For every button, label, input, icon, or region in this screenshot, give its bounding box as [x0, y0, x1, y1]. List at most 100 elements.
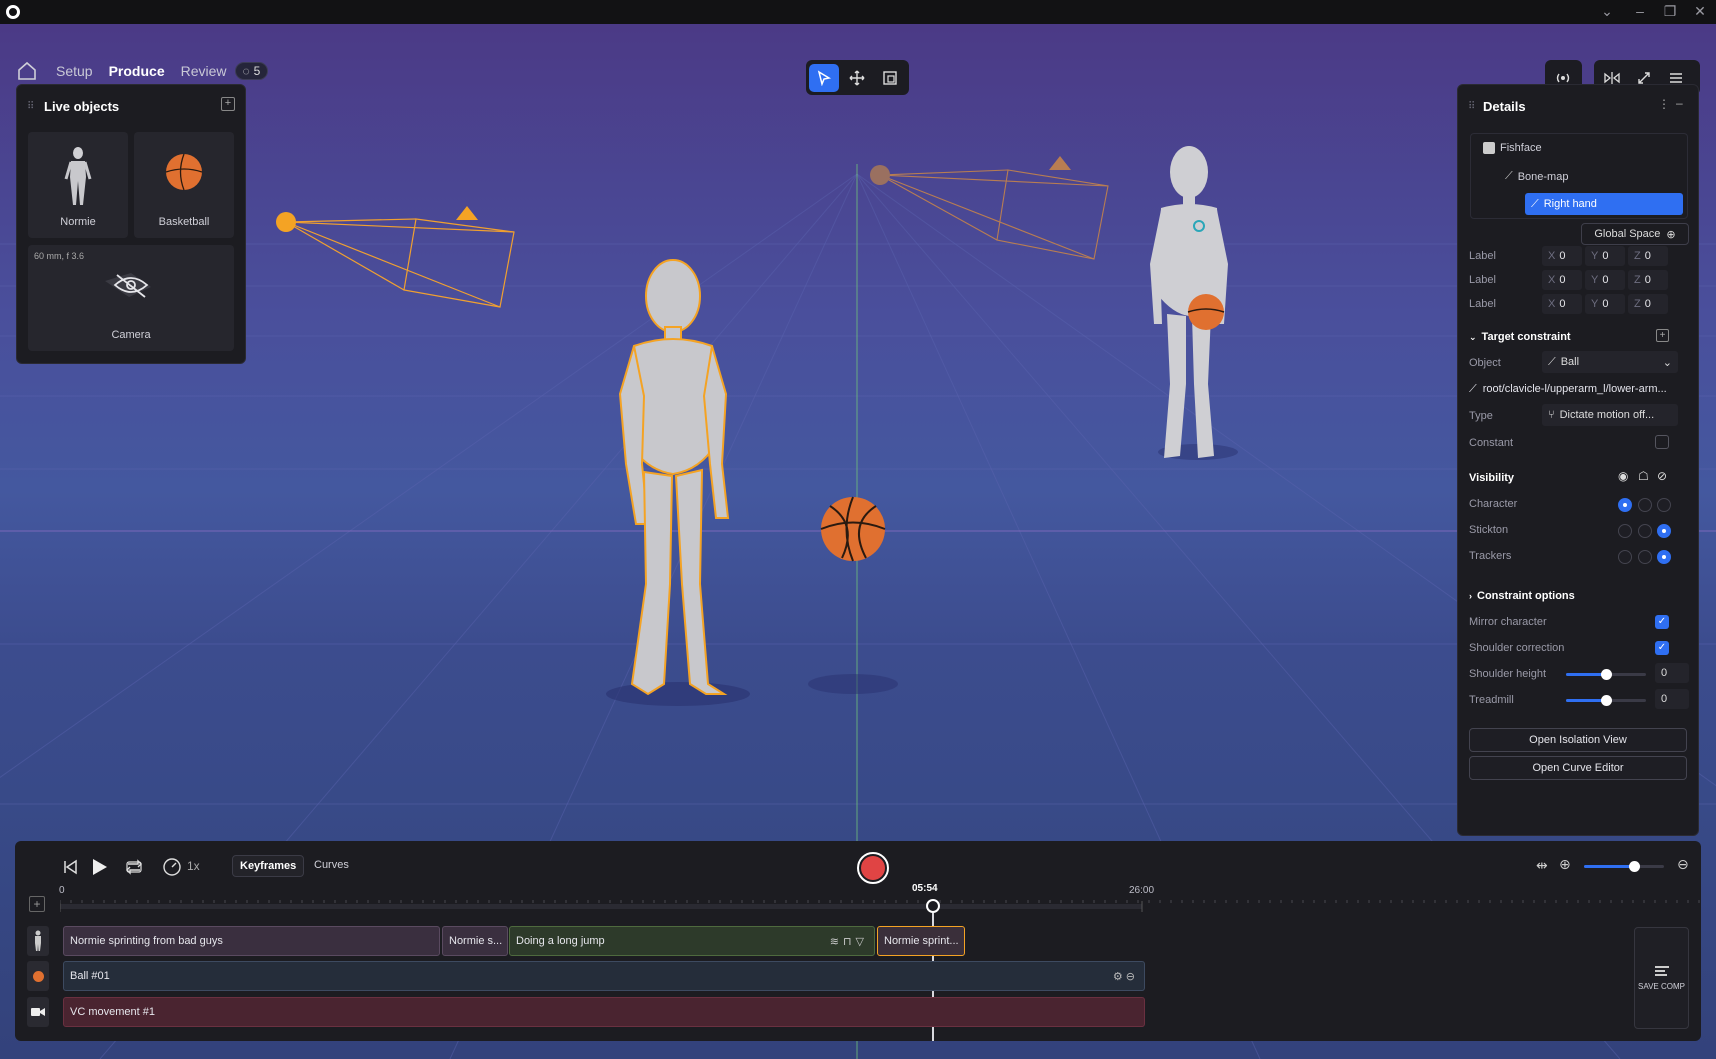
- visibility-radio[interactable]: [1618, 498, 1632, 512]
- add-object-icon[interactable]: +: [221, 97, 235, 111]
- playback-speed[interactable]: 1x: [187, 859, 200, 873]
- slider-knob[interactable]: [1629, 861, 1641, 872]
- z-value: 0: [1644, 298, 1651, 310]
- tree-item-bone-map[interactable]: ⟋ Bone-map: [1505, 170, 1568, 183]
- fit-width-icon[interactable]: ⇹: [1536, 857, 1548, 874]
- playhead-time-label: 05:54: [912, 883, 938, 894]
- y-value: 0: [1602, 274, 1609, 286]
- more-options-icon[interactable]: ⋮: [1658, 97, 1670, 111]
- shoulder-height-value[interactable]: 0: [1655, 663, 1689, 683]
- clip-tools-icons[interactable]: ≋⊓▽: [830, 935, 868, 948]
- visibility-radio[interactable]: [1618, 524, 1632, 538]
- open-isolation-view-button[interactable]: Open Isolation View: [1469, 728, 1687, 752]
- clip-ball[interactable]: Ball #01 ⚙⊖: [63, 961, 1145, 991]
- panel-title: Live objects: [44, 99, 120, 114]
- home-icon[interactable]: [16, 60, 38, 82]
- z-field[interactable]: Z0: [1628, 270, 1668, 290]
- visibility-radio[interactable]: [1618, 550, 1632, 564]
- visibility-row-label: Character: [1469, 498, 1518, 510]
- speed-gauge-icon[interactable]: [162, 857, 182, 877]
- target-constraint-header[interactable]: ⌄ Target constraint: [1469, 331, 1571, 343]
- save-comp-button[interactable]: SAVE COMP: [1634, 927, 1689, 1029]
- track-ball-icon[interactable]: [27, 961, 49, 991]
- clip-vc-movement[interactable]: VC movement #1: [63, 997, 1145, 1027]
- camera-frustum-left: [285, 218, 515, 308]
- z-field[interactable]: Z0: [1628, 294, 1668, 314]
- visibility-radio[interactable]: [1638, 550, 1652, 564]
- drag-handle-icon[interactable]: ⠿: [27, 101, 34, 112]
- move-tool-button[interactable]: [842, 64, 872, 92]
- scale-tool-button[interactable]: [875, 64, 905, 92]
- visibility-radio[interactable]: [1657, 524, 1671, 538]
- ghost-icon[interactable]: ☖: [1638, 469, 1649, 483]
- tab-setup[interactable]: Setup: [56, 63, 93, 79]
- restore-icon[interactable]: ❐: [1660, 3, 1680, 20]
- add-constraint-icon[interactable]: +: [1656, 329, 1669, 342]
- minimize-icon[interactable]: –: [1630, 3, 1650, 19]
- visibility-radio[interactable]: [1657, 498, 1671, 512]
- tab-keyframes[interactable]: Keyframes: [232, 855, 305, 877]
- constant-checkbox[interactable]: [1655, 435, 1669, 449]
- record-button[interactable]: [857, 852, 889, 884]
- skip-back-icon[interactable]: [62, 859, 78, 875]
- visibility-radio[interactable]: [1657, 550, 1671, 564]
- slider-knob[interactable]: [1601, 695, 1612, 706]
- clip-long-jump[interactable]: Doing a long jump ≋⊓▽: [509, 926, 875, 956]
- object-card-camera[interactable]: 60 mm, f 3.6 Camera: [28, 245, 234, 351]
- treadmill-value[interactable]: 0: [1655, 689, 1689, 709]
- bone-path[interactable]: ⟋ root/clavicle-l/upperarm_l/lower-arm..…: [1469, 383, 1667, 396]
- timeline-zoom-slider[interactable]: [1584, 861, 1664, 872]
- visibility-radio[interactable]: [1638, 524, 1652, 538]
- global-space-button[interactable]: Global Space ⊕: [1581, 223, 1689, 245]
- visibility-radio[interactable]: [1638, 498, 1652, 512]
- open-curve-editor-button[interactable]: Open Curve Editor: [1469, 756, 1687, 780]
- play-icon[interactable]: [88, 856, 110, 878]
- character-head-icon: [1483, 142, 1495, 154]
- y-field[interactable]: Y0: [1585, 270, 1625, 290]
- clip-normie-short[interactable]: Normie s...: [442, 926, 508, 956]
- clip-settings-icons[interactable]: ⚙⊖: [1113, 970, 1138, 983]
- drag-handle-icon[interactable]: ⠿: [1468, 101, 1475, 112]
- eye-off-icon[interactable]: ⊘: [1657, 469, 1667, 483]
- mirror-checkbox[interactable]: ✓: [1655, 615, 1669, 629]
- loop-icon[interactable]: [125, 858, 143, 876]
- object-card-normie[interactable]: Normie: [28, 132, 128, 238]
- eye-icon[interactable]: ◉: [1618, 469, 1628, 483]
- shoulder-height-slider[interactable]: [1566, 669, 1646, 680]
- tree-item-right-hand[interactable]: ⟋ Right hand: [1525, 193, 1683, 215]
- constraint-options-header[interactable]: › Constraint options: [1469, 590, 1575, 602]
- object-dropdown[interactable]: ⟋ Ball ⌄: [1542, 351, 1678, 373]
- add-track-icon[interactable]: +: [29, 896, 45, 912]
- clip-normie-sprinting[interactable]: Normie sprinting from bad guys: [63, 926, 440, 956]
- collapse-panel-icon[interactable]: –: [1676, 96, 1683, 110]
- slider-knob[interactable]: [1601, 669, 1612, 680]
- x-field[interactable]: X0: [1542, 246, 1582, 266]
- select-tool-button[interactable]: [809, 63, 839, 92]
- track-camera-icon[interactable]: [27, 997, 49, 1027]
- x-field[interactable]: X0: [1542, 294, 1582, 314]
- zoom-out-icon[interactable]: ⊖: [1677, 856, 1689, 873]
- y-field[interactable]: Y0: [1585, 294, 1625, 314]
- tab-curves[interactable]: Curves: [307, 855, 356, 875]
- x-field[interactable]: X0: [1542, 270, 1582, 290]
- review-badge[interactable]: ◌ 5: [234, 62, 269, 80]
- constant-label: Constant: [1469, 437, 1514, 449]
- clip-normie-sprint-selected[interactable]: Normie sprint...: [877, 926, 965, 956]
- y-field[interactable]: Y0: [1585, 246, 1625, 266]
- bone-icon: ⟋: [1531, 197, 1539, 210]
- tab-produce[interactable]: Produce: [109, 63, 165, 79]
- shoulder-correction-checkbox[interactable]: ✓: [1655, 641, 1669, 655]
- object-card-basketball[interactable]: Basketball: [134, 132, 234, 238]
- save-comp-label: SAVE COMP: [1638, 982, 1685, 991]
- tree-item-fishface[interactable]: Fishface: [1483, 142, 1542, 154]
- chevron-down-icon[interactable]: ⌄: [1597, 3, 1617, 20]
- close-icon[interactable]: ✕: [1690, 3, 1710, 20]
- type-dropdown[interactable]: ⑂ Dictate motion off...: [1542, 404, 1678, 426]
- z-field[interactable]: Z0: [1628, 246, 1668, 266]
- playhead-handle[interactable]: [926, 899, 940, 913]
- tab-review[interactable]: Review: [181, 63, 227, 79]
- track-character-icon[interactable]: [27, 926, 49, 956]
- timeline-ruler[interactable]: [60, 899, 1700, 913]
- treadmill-slider[interactable]: [1566, 695, 1646, 706]
- zoom-in-icon[interactable]: ⊕: [1559, 856, 1571, 873]
